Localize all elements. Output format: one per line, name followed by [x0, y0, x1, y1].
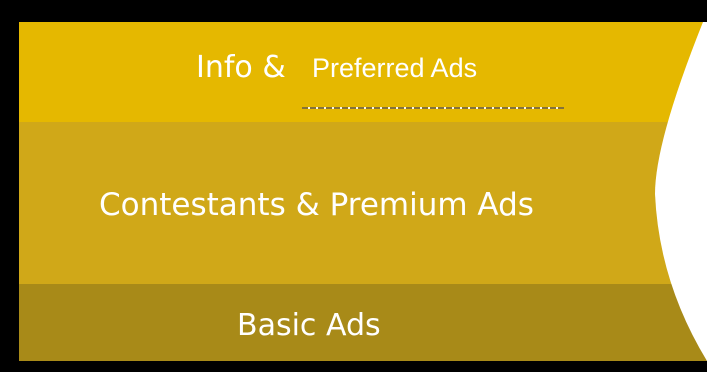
tier-panel: Info & Preferred Ads Contestants & Premi… [19, 22, 707, 361]
right-curve-shape [655, 22, 707, 361]
black-frame: Info & Preferred Ads Contestants & Premi… [0, 0, 707, 372]
